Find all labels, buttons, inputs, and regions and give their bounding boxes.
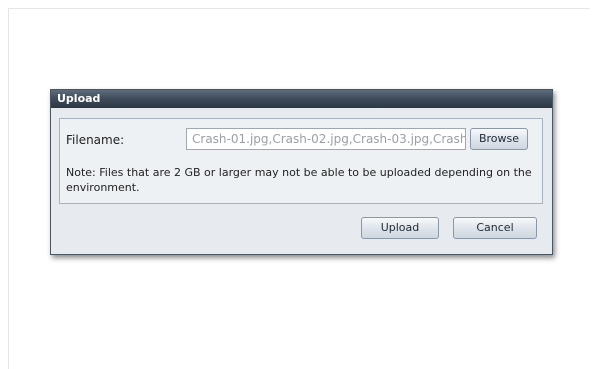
- filename-field[interactable]: Crash-01.jpg,Crash-02.jpg,Crash-03.jpg,C…: [186, 128, 466, 150]
- cancel-button[interactable]: Cancel: [453, 217, 537, 239]
- size-note: Note: Files that are 2 GB or larger may …: [66, 166, 532, 194]
- browse-button[interactable]: Browse: [470, 128, 528, 150]
- page-border-top: [8, 8, 590, 9]
- upload-panel: Filename: Crash-01.jpg,Crash-02.jpg,Cras…: [59, 118, 543, 204]
- upload-dialog: Upload Filename: Crash-01.jpg,Crash-02.j…: [50, 89, 553, 255]
- dialog-title[interactable]: Upload: [51, 90, 552, 108]
- page: Upload Filename: Crash-01.jpg,Crash-02.j…: [0, 0, 597, 369]
- page-border-left: [8, 8, 9, 369]
- upload-button[interactable]: Upload: [361, 217, 439, 239]
- filename-label: Filename:: [66, 133, 125, 147]
